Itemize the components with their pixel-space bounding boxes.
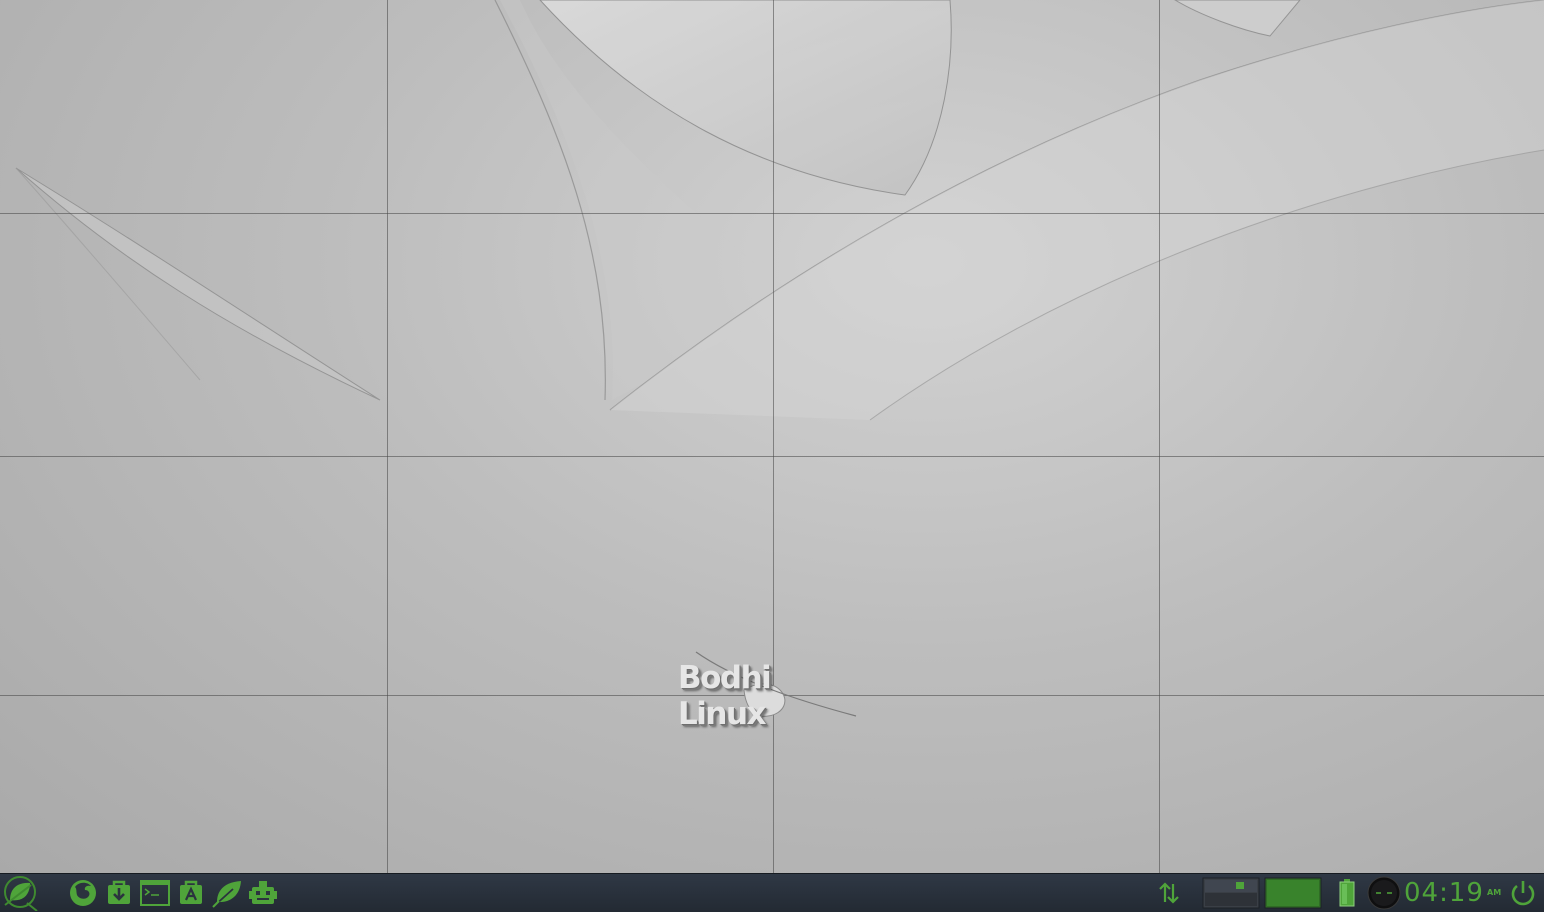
leaf-icon [212, 881, 241, 908]
workspace-divider-horizontal [0, 213, 1544, 214]
package-install-icon [108, 880, 130, 904]
settings-robot-icon [249, 881, 277, 904]
start-menu-button[interactable] [1, 875, 39, 911]
network-updown-icon [1159, 882, 1179, 904]
launcher-terminal[interactable] [138, 878, 172, 908]
bodhi-leaf-icon [4, 876, 38, 911]
wallpaper-curves [15, 0, 1544, 421]
clock-time[interactable]: 04:19 [1404, 876, 1484, 910]
clock-ampm: AM [1487, 888, 1502, 897]
bodhi-logo: Bodhi Linux [676, 650, 866, 732]
workspace-divider-vertical [387, 0, 388, 873]
app-center-icon [180, 880, 202, 904]
launcher-package-installer[interactable] [102, 878, 136, 908]
workspace-divider-vertical [773, 0, 774, 873]
launcher-settings[interactable] [246, 878, 280, 908]
terminal-icon [140, 880, 170, 906]
power-icon [1511, 881, 1535, 906]
launcher-app-center[interactable] [174, 878, 208, 908]
firefox-icon [70, 880, 96, 906]
logo-text: Bodhi Linux [678, 660, 772, 732]
network-indicator[interactable] [1154, 878, 1184, 908]
battery-indicator[interactable] [1334, 878, 1360, 908]
battery-icon [1339, 879, 1355, 907]
workspace-divider-vertical [1159, 0, 1160, 873]
power-button[interactable] [1506, 878, 1540, 908]
desktop-pager-icon [1202, 877, 1322, 909]
volume-mixer[interactable] [1367, 876, 1401, 910]
launcher-firefox[interactable] [66, 878, 100, 908]
desktop-pager[interactable] [1202, 877, 1322, 909]
workspace-divider-horizontal [0, 456, 1544, 457]
launcher-leaf[interactable] [210, 878, 244, 908]
desktop[interactable]: Bodhi Linux [0, 0, 1544, 873]
taskbar: 04:19 AM [0, 873, 1544, 912]
volume-mixer-icon [1367, 876, 1401, 910]
